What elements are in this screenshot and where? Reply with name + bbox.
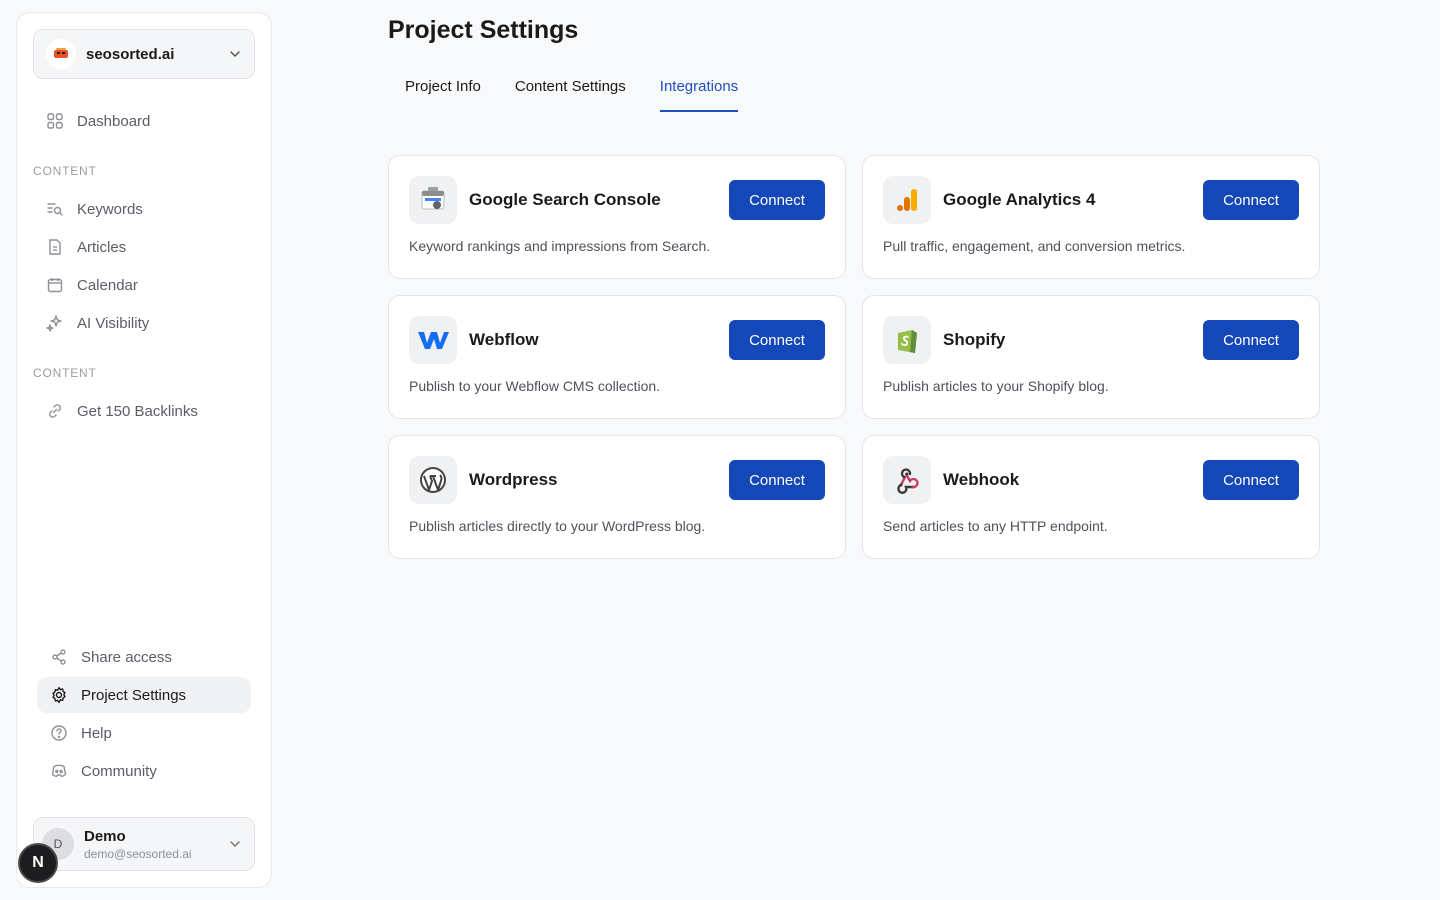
integration-description: Pull traffic, engagement, and conversion… [883,238,1186,254]
link-icon [45,401,65,421]
connect-google-search-console-button[interactable]: Connect [729,180,825,220]
sidebar-item-ai-visibility[interactable]: AI Visibility [37,305,251,341]
connect-google-analytics-button[interactable]: Connect [1203,180,1299,220]
sidebar-item-label: Calendar [77,276,138,294]
sidebar-item-keywords[interactable]: Keywords [37,191,251,227]
sidebar-item-label: AI Visibility [77,314,150,332]
sidebar-item-help[interactable]: Help [41,715,251,751]
connect-webflow-button[interactable]: Connect [729,320,825,360]
sidebar-item-share-access[interactable]: Share access [41,639,251,675]
help-icon [49,723,69,743]
chevron-down-icon [230,841,240,848]
sidebar-item-label: Project Settings [81,686,187,704]
discord-icon [49,761,69,781]
sidebar-item-label: Articles [77,238,127,256]
integration-name: Google Analytics 4 [943,190,1096,209]
google-analytics-icon [883,176,931,224]
sidebar-item-label: Community [81,762,157,780]
gear-icon [49,685,69,705]
integration-card-google-analytics: Google Analytics 4 Connect Pull traffic,… [862,155,1320,279]
wordpress-icon [409,456,457,504]
sidebar: seosorted.ai Dashboard CONTENT Keywords … [16,12,272,888]
integration-card-google-search-console: Google Search Console Connect Keyword ra… [388,155,846,279]
connect-shopify-button[interactable]: Connect [1203,320,1299,360]
sidebar-item-label: Help [81,724,112,742]
integration-name: Google Search Console [469,190,661,209]
integration-card-shopify: Shopify Connect Publish articles to your… [862,295,1320,419]
section-label-content: CONTENT [33,164,97,178]
integration-description: Publish to your Webflow CMS collection. [409,378,661,394]
sidebar-item-articles[interactable]: Articles [37,229,251,265]
section-label-content: CONTENT [33,366,97,380]
share-icon [49,647,69,667]
integration-description: Publish articles directly to your WordPr… [409,518,706,534]
sidebar-item-dashboard[interactable]: Dashboard [37,103,251,139]
nextjs-dev-badge[interactable]: N [18,843,58,883]
tab-content-settings[interactable]: Content Settings [515,72,626,112]
webflow-icon [409,316,457,364]
integration-name: Webflow [469,330,539,349]
workspace-switcher[interactable]: seosorted.ai [33,29,255,79]
connect-webhook-button[interactable]: Connect [1203,460,1299,500]
integration-description: Keyword rankings and impressions from Se… [409,238,711,254]
webhook-icon [883,456,931,504]
connect-wordpress-button[interactable]: Connect [729,460,825,500]
calendar-icon [45,275,65,295]
grid-icon [45,111,65,131]
integration-name: Webhook [943,470,1020,489]
integration-name: Shopify [943,330,1006,349]
sidebar-item-label: Share access [81,648,172,666]
page-title: Project Settings [388,16,579,44]
sidebar-item-label: Dashboard [77,112,151,130]
shopify-icon [883,316,931,364]
integration-description: Send articles to any HTTP endpoint. [883,518,1108,534]
user-name: Demo [84,827,126,845]
sidebar-item-backlinks[interactable]: Get 150 Backlinks [37,393,251,429]
tab-project-info[interactable]: Project Info [405,72,481,112]
sparkle-icon [45,313,65,333]
integration-card-webflow: Webflow Connect Publish to your Webflow … [388,295,846,419]
integration-description: Publish articles to your Shopify blog. [883,378,1109,394]
google-search-console-icon [409,176,457,224]
integration-name: Wordpress [469,470,558,489]
sidebar-item-label: Keywords [77,200,143,218]
integration-card-webhook: Webhook Connect Send articles to any HTT… [862,435,1320,559]
user-menu[interactable]: D Demo demo@seosorted.ai [33,817,255,871]
sidebar-item-community[interactable]: Community [41,753,251,789]
settings-tabs: Project Info Content Settings Integratio… [388,72,755,112]
tab-integrations[interactable]: Integrations [659,72,739,112]
sidebar-item-label: Get 150 Backlinks [77,402,198,420]
chevron-down-icon [230,51,240,58]
user-email: demo@seosorted.ai [84,846,192,861]
sidebar-item-project-settings[interactable]: Project Settings [37,677,251,713]
sidebar-item-calendar[interactable]: Calendar [37,267,251,303]
workspace-name: seosorted.ai [86,45,175,63]
document-icon [45,237,65,257]
integration-card-wordpress: Wordpress Connect Publish articles direc… [388,435,846,559]
workspace-logo-icon [46,39,76,69]
keyword-search-icon [45,199,65,219]
